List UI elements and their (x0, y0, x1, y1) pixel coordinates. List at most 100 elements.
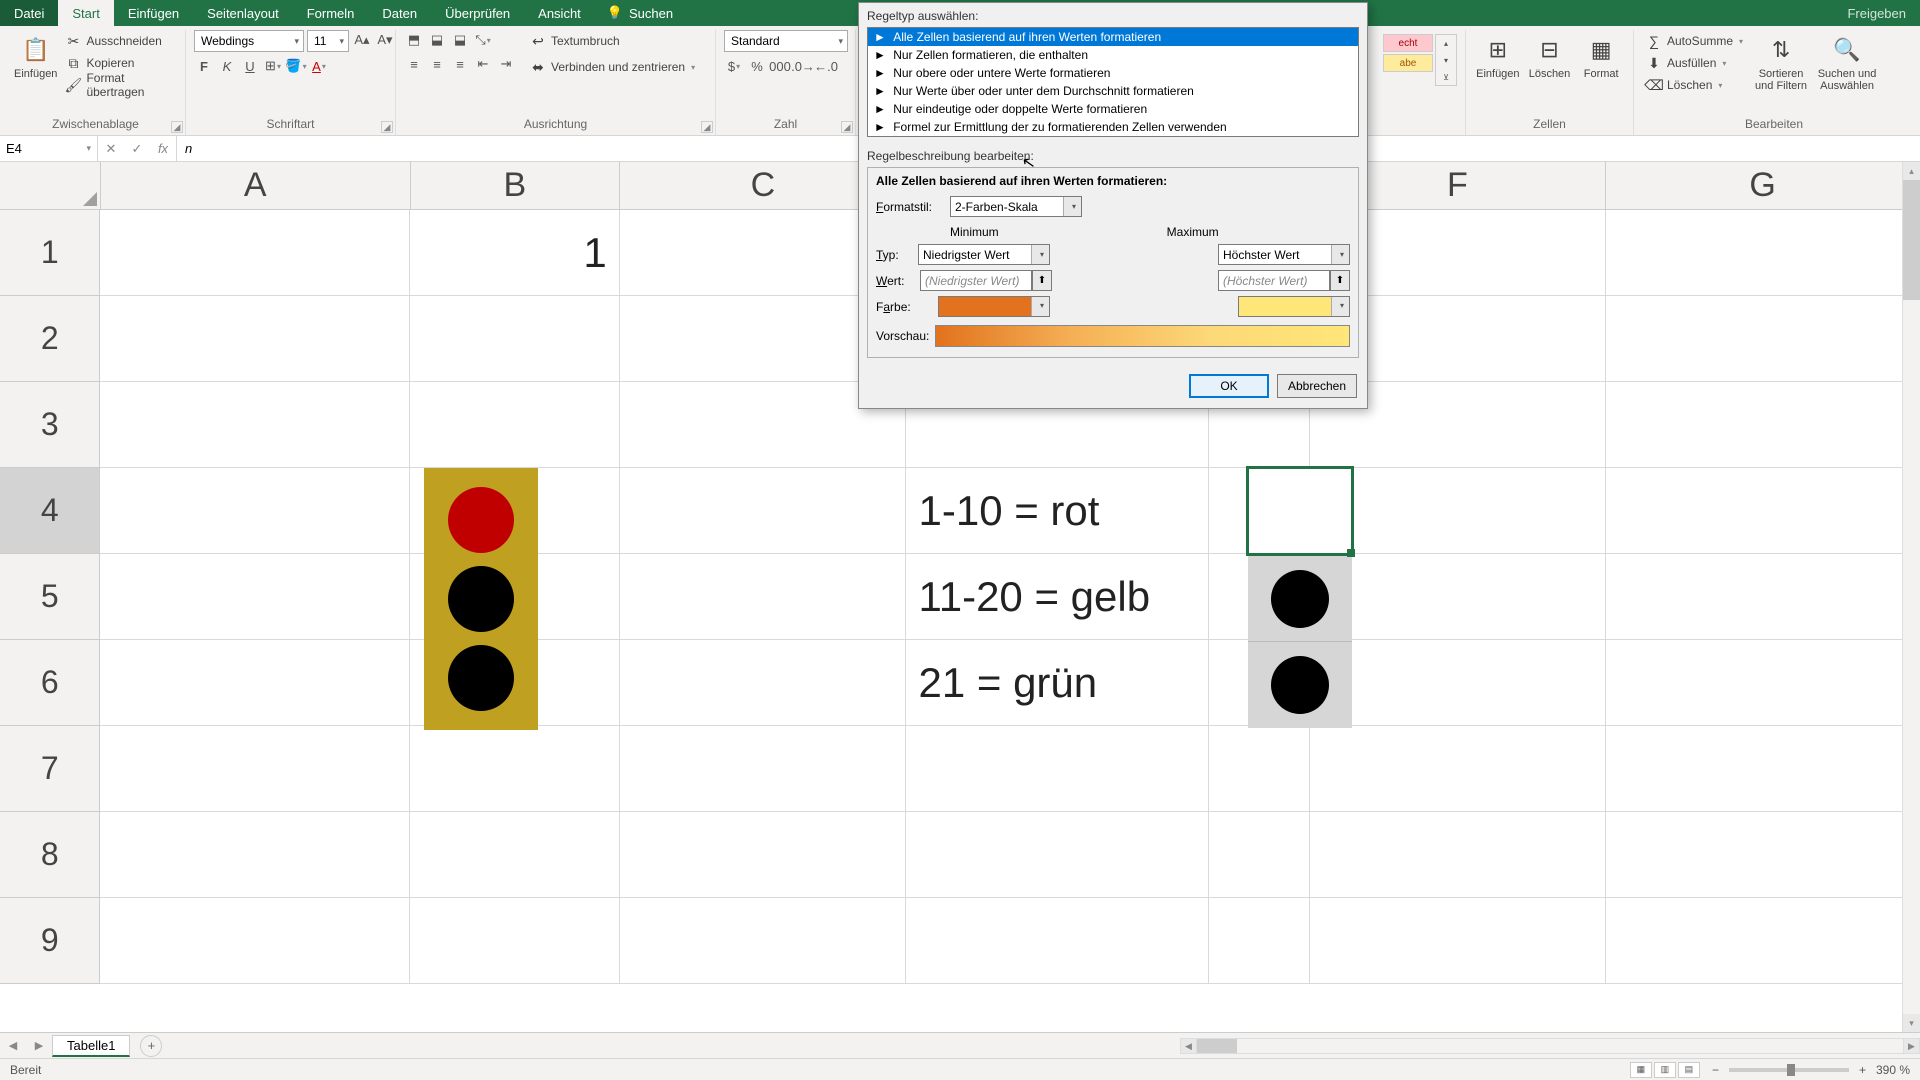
cell-B3[interactable] (410, 382, 619, 468)
align-right-button[interactable]: ≡ (450, 54, 470, 74)
sheet-tab-tabelle1[interactable]: Tabelle1 (52, 1035, 130, 1057)
min-value-input[interactable]: (Niedrigster Wert) (920, 270, 1032, 291)
horizontal-scrollbar[interactable]: ◀ ▶ (1180, 1038, 1920, 1054)
cell-F5[interactable] (1310, 554, 1606, 640)
tab-nav-next[interactable]: ▶ (26, 1039, 52, 1052)
styles-down[interactable]: ▾ (1436, 52, 1456, 68)
sort-filter-button[interactable]: ⇅Sortieren und Filtern (1751, 30, 1811, 92)
rule-type-item-5[interactable]: ► Formel zur Ermittlung der zu formatier… (868, 118, 1358, 136)
cell-G6[interactable] (1606, 640, 1920, 726)
min-value-ref-button[interactable]: ⬆ (1032, 270, 1052, 291)
row-header-9[interactable]: 9 (0, 898, 100, 984)
increase-indent-button[interactable]: ⇥ (496, 54, 516, 74)
tab-start[interactable]: Start (58, 0, 113, 26)
enter-formula-button[interactable]: ✓ (124, 136, 150, 161)
cell-G1[interactable] (1606, 210, 1920, 296)
increase-decimal-button[interactable]: .0→ (793, 56, 813, 76)
scroll-left-button[interactable]: ◀ (1181, 1039, 1197, 1053)
rule-type-item-3[interactable]: ► Nur Werte über oder unter dem Durchsch… (868, 82, 1358, 100)
percent-button[interactable]: % (747, 56, 767, 76)
cell-A9[interactable] (100, 898, 410, 984)
cell-A5[interactable] (100, 554, 410, 640)
cell-A6[interactable] (100, 640, 410, 726)
tab-einfuegen[interactable]: Einfügen (114, 0, 193, 26)
number-format-combo[interactable]: Standard (724, 30, 848, 52)
scroll-right-button[interactable]: ▶ (1903, 1039, 1919, 1053)
cell-G2[interactable] (1606, 296, 1920, 382)
view-page-break-button[interactable]: ▤ (1678, 1062, 1700, 1078)
insert-function-button[interactable]: fx (150, 136, 176, 161)
font-size-combo[interactable]: 11 (307, 30, 349, 52)
cell-F9[interactable] (1310, 898, 1606, 984)
rule-type-item-1[interactable]: ► Nur Zellen formatieren, die enthalten (868, 46, 1358, 64)
merge-center-button[interactable]: ⬌Verbinden und zentrieren (526, 56, 699, 78)
insert-cells-button[interactable]: ⊞Einfügen (1474, 30, 1522, 80)
style-bad[interactable]: echt (1383, 34, 1433, 52)
fill-button[interactable]: ⬇Ausfüllen (1642, 52, 1747, 74)
styles-more[interactable]: ⊻ (1436, 69, 1456, 85)
cell-F8[interactable] (1310, 812, 1606, 898)
fill-color-button[interactable]: 🪣 (286, 56, 306, 76)
row-header-7[interactable]: 7 (0, 726, 100, 812)
cell-E7[interactable] (1209, 726, 1310, 812)
view-page-layout-button[interactable]: ▥ (1654, 1062, 1676, 1078)
zoom-in-button[interactable]: + (1859, 1063, 1866, 1077)
view-normal-button[interactable]: ▦ (1630, 1062, 1652, 1078)
format-painter-button[interactable]: 🖌Format übertragen (61, 74, 177, 96)
cell-D5[interactable]: 11-20 = gelb (906, 554, 1208, 640)
cell-B2[interactable] (410, 296, 619, 382)
col-header-g[interactable]: G (1606, 162, 1920, 210)
cell-B7[interactable] (410, 726, 619, 812)
cell-D8[interactable] (906, 812, 1208, 898)
min-color-combo[interactable]: ▾ (938, 296, 1050, 317)
rule-type-item-0[interactable]: ► Alle Zellen basierend auf ihren Werten… (868, 28, 1358, 46)
cell-C6[interactable] (620, 640, 907, 726)
cell-C9[interactable] (620, 898, 907, 984)
name-box[interactable]: E4 (0, 136, 98, 161)
cell-G3[interactable] (1606, 382, 1920, 468)
cut-button[interactable]: ✂Ausschneiden (61, 30, 177, 52)
align-bottom-button[interactable]: ⬓ (450, 30, 470, 50)
row-header-6[interactable]: 6 (0, 640, 100, 726)
italic-button[interactable]: K (217, 56, 237, 76)
cell-D9[interactable] (906, 898, 1208, 984)
alignment-launcher[interactable]: ◢ (701, 121, 713, 133)
cell-A2[interactable] (100, 296, 410, 382)
cancel-formula-button[interactable]: ✕ (98, 136, 124, 161)
font-family-combo[interactable]: Webdings (194, 30, 304, 52)
cell-G5[interactable] (1606, 554, 1920, 640)
rule-type-item-4[interactable]: ► Nur eindeutige oder doppelte Werte for… (868, 100, 1358, 118)
max-value-input[interactable]: (Höchster Wert) (1218, 270, 1330, 291)
cell-F4[interactable] (1310, 468, 1606, 554)
cell-B1[interactable]: 1 (410, 210, 619, 296)
cell-E8[interactable] (1209, 812, 1310, 898)
format-cells-button[interactable]: ▦Format (1577, 30, 1625, 80)
row-header-2[interactable]: 2 (0, 296, 100, 382)
cell-D6[interactable]: 21 = grün (906, 640, 1208, 726)
number-launcher[interactable]: ◢ (841, 121, 853, 133)
cell-C5[interactable] (620, 554, 907, 640)
paste-button[interactable]: 📋 Einfügen (14, 30, 57, 80)
tab-datei[interactable]: Datei (0, 0, 58, 26)
font-launcher[interactable]: ◢ (381, 121, 393, 133)
cell-G4[interactable] (1606, 468, 1920, 554)
align-top-button[interactable]: ⬒ (404, 30, 424, 50)
tab-ansicht[interactable]: Ansicht (524, 0, 595, 26)
cell-A4[interactable] (100, 468, 410, 554)
decrease-font-button[interactable]: A▾ (375, 30, 395, 50)
font-color-button[interactable]: A (309, 56, 329, 76)
styles-up[interactable]: ▴ (1436, 35, 1456, 51)
currency-button[interactable]: $ (724, 56, 744, 76)
max-color-combo[interactable]: ▾ (1238, 296, 1350, 317)
autosum-button[interactable]: ∑AutoSumme (1642, 30, 1747, 52)
align-center-button[interactable]: ≡ (427, 54, 447, 74)
align-left-button[interactable]: ≡ (404, 54, 424, 74)
thousands-button[interactable]: 000 (770, 56, 790, 76)
tab-formeln[interactable]: Formeln (293, 0, 369, 26)
select-all-corner[interactable] (0, 162, 101, 210)
min-type-combo[interactable]: Niedrigster Wert▾ (918, 244, 1050, 265)
zoom-thumb[interactable] (1787, 1064, 1795, 1076)
align-middle-button[interactable]: ⬓ (427, 30, 447, 50)
cell-B9[interactable] (410, 898, 619, 984)
delete-cells-button[interactable]: ⊟Löschen (1526, 30, 1574, 80)
